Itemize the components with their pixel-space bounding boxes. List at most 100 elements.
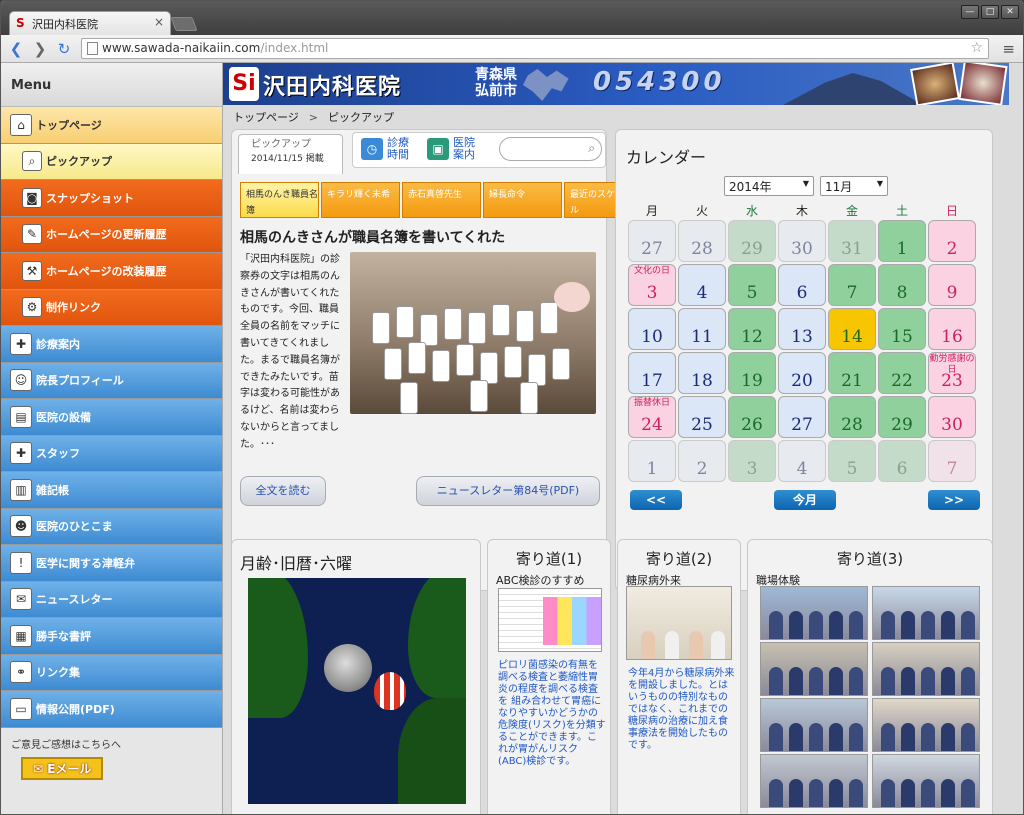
calendar-day[interactable]: 10 xyxy=(628,308,676,350)
read-more-button[interactable]: 全文を読む xyxy=(240,476,326,506)
current-month-button[interactable]: 今月 xyxy=(774,490,836,510)
next-month-button[interactable]: >> xyxy=(928,490,980,510)
calendar-day[interactable]: 振替休日 24 xyxy=(628,396,676,438)
address-bar[interactable]: www.sawada-naikaiin.com/index.html ☆ xyxy=(81,38,989,59)
calendar-day[interactable]: 2 xyxy=(678,440,726,482)
calendar-day[interactable]: 1 xyxy=(878,220,926,262)
sidebar-item-15[interactable]: ▦ 勝手な書評 xyxy=(1,618,222,655)
bookmark-star-icon[interactable]: ☆ xyxy=(970,40,983,56)
workplace-photo[interactable] xyxy=(760,754,868,808)
sidebar-item-6[interactable]: ⚙ 制作リンク xyxy=(1,289,222,326)
workplace-photo[interactable] xyxy=(872,586,980,640)
workplace-photo[interactable] xyxy=(872,698,980,752)
calendar-day[interactable]: 5 xyxy=(828,440,876,482)
back-icon[interactable]: ❮ xyxy=(7,40,25,58)
calendar-day[interactable]: 31 xyxy=(828,220,876,262)
calendar-day[interactable]: 29 xyxy=(728,220,776,262)
sidebar-item-10[interactable]: ✚ スタッフ xyxy=(1,435,222,472)
calendar-day[interactable]: 4 xyxy=(778,440,826,482)
calendar-day[interactable]: 29 xyxy=(878,396,926,438)
calendar-day[interactable]: 5 xyxy=(728,264,776,306)
sidebar-item-12[interactable]: ☻ 医院のひとこま xyxy=(1,508,222,545)
workplace-photo[interactable] xyxy=(872,754,980,808)
tab-close-icon[interactable]: × xyxy=(154,15,164,29)
calendar-day[interactable]: 6 xyxy=(878,440,926,482)
email-button[interactable]: ✉ Eメール xyxy=(21,756,104,780)
calendar-day[interactable]: 28 xyxy=(678,220,726,262)
calendar-day[interactable]: 14 xyxy=(828,308,876,350)
maximize-button[interactable]: □ xyxy=(981,5,999,19)
calendar-day[interactable]: 11 xyxy=(678,308,726,350)
calendar-day[interactable]: 9 xyxy=(928,264,976,306)
calendar-day[interactable]: 25 xyxy=(678,396,726,438)
calendar-day[interactable]: 28 xyxy=(828,396,876,438)
search-input[interactable]: ⌕ xyxy=(499,137,602,161)
calendar-day[interactable]: 21 xyxy=(828,352,876,394)
calendar-day[interactable]: 15 xyxy=(878,308,926,350)
calendar-day[interactable]: 8 xyxy=(878,264,926,306)
calendar-day[interactable]: 1 xyxy=(628,440,676,482)
sidebar-item-11[interactable]: ▥ 雑記帳 xyxy=(1,472,222,509)
newsletter-button[interactable]: ニュースレター第84号(PDF) xyxy=(416,476,600,506)
yorimichi-2-panel[interactable]: 寄り道(2) 糖尿病外来 今年4月から糖尿病外来を開設しました。とはいうものの特… xyxy=(617,539,741,814)
calendar-day[interactable]: 勤労感謝の日 23 xyxy=(928,352,976,394)
calendar-day[interactable]: 26 xyxy=(728,396,776,438)
calendar-day[interactable]: 19 xyxy=(728,352,776,394)
calendar-day[interactable]: 18 xyxy=(678,352,726,394)
new-tab-button[interactable] xyxy=(170,17,198,31)
calendar-day[interactable]: 16 xyxy=(928,308,976,350)
calendar-day[interactable]: 7 xyxy=(928,440,976,482)
calendar-day[interactable]: 文化の日 3 xyxy=(628,264,676,306)
sidebar-item-8[interactable]: ☺ 院長プロフィール xyxy=(1,362,222,399)
minimize-button[interactable]: — xyxy=(961,5,979,19)
sidebar-item-3[interactable]: ◙ スナップショット xyxy=(1,180,222,217)
browser-tab[interactable]: S 沢田内科医院 × xyxy=(9,11,171,35)
sidebar-item-4[interactable]: ✎ ホームページの更新履歴 xyxy=(1,216,222,253)
calendar-day[interactable]: 6 xyxy=(778,264,826,306)
pickup-nav-item[interactable]: 相馬のんき職員名簿 xyxy=(240,182,319,218)
site-banner[interactable]: Si 沢田内科医院 青森県 弘前市 054300 xyxy=(223,63,1009,105)
sidebar-item-14[interactable]: ✉ ニュースレター xyxy=(1,581,222,618)
calendar-day[interactable]: 22 xyxy=(878,352,926,394)
yorimichi-3-panel[interactable]: 寄り道(3) 職場体験 xyxy=(747,539,993,814)
sidebar-item-16[interactable]: ⚭ リンク集 xyxy=(1,654,222,691)
year-select[interactable]: 2014年 ▼ xyxy=(724,176,814,196)
pickup-nav-item[interactable]: キラリ輝く未希 xyxy=(321,182,400,218)
workplace-photo[interactable] xyxy=(760,642,868,696)
browser-menu-icon[interactable]: ≡ xyxy=(1002,40,1015,58)
month-select[interactable]: 11月 ▼ xyxy=(820,176,888,196)
calendar-day[interactable]: 27 xyxy=(628,220,676,262)
sidebar-item-7[interactable]: ✚ 診療案内 xyxy=(1,326,222,363)
clinic-guide-link[interactable]: ▣ 医院案内 xyxy=(427,137,479,161)
calendar-day[interactable]: 13 xyxy=(778,308,826,350)
calendar-day[interactable]: 2 xyxy=(928,220,976,262)
pickup-nav-item[interactable]: 赤石真啓先生 xyxy=(402,182,481,218)
pickup-nav: 相馬のんき職員名簿 キラリ輝く未希 赤石真啓先生 婦長命令 最近のスケジュール xyxy=(240,182,643,218)
calendar-day[interactable]: 4 xyxy=(678,264,726,306)
pickup-nav-item[interactable]: 婦長命令 xyxy=(483,182,562,218)
sidebar-item-5[interactable]: ⚒ ホームページの改装履歴 xyxy=(1,253,222,290)
calendar-day[interactable]: 7 xyxy=(828,264,876,306)
yorimichi-1-panel[interactable]: 寄り道(1) ABC検診のすすめ ピロリ菌感染の有無を調べる検査と萎縮性胃炎の程… xyxy=(487,539,611,814)
sidebar-item-1[interactable]: ⌂ トップページ xyxy=(1,107,222,144)
sidebar-item-2[interactable]: ⌕ ピックアップ xyxy=(1,143,222,180)
sidebar-item-17[interactable]: ▭ 情報公開(PDF) xyxy=(1,691,222,728)
sidebar-item-13[interactable]: ! 医学に関する津軽弁 xyxy=(1,545,222,582)
workplace-photo[interactable] xyxy=(760,698,868,752)
reload-icon[interactable]: ↻ xyxy=(55,40,73,58)
calendar-day[interactable]: 3 xyxy=(728,440,776,482)
consultation-hours-link[interactable]: ◷ 診療時間 xyxy=(361,137,413,161)
breadcrumb-home[interactable]: トップページ xyxy=(233,111,299,124)
prev-month-button[interactable]: << xyxy=(630,490,682,510)
calendar-day[interactable]: 12 xyxy=(728,308,776,350)
workplace-photo[interactable] xyxy=(760,586,868,640)
workplace-photo[interactable] xyxy=(872,642,980,696)
calendar-day[interactable]: 30 xyxy=(778,220,826,262)
calendar-day[interactable]: 20 xyxy=(778,352,826,394)
sidebar-item-9[interactable]: ▤ 医院の設備 xyxy=(1,399,222,436)
forward-icon[interactable]: ❯ xyxy=(31,40,49,58)
close-window-button[interactable]: ✕ xyxy=(1001,5,1019,19)
calendar-day[interactable]: 27 xyxy=(778,396,826,438)
calendar-day[interactable]: 17 xyxy=(628,352,676,394)
calendar-day[interactable]: 30 xyxy=(928,396,976,438)
